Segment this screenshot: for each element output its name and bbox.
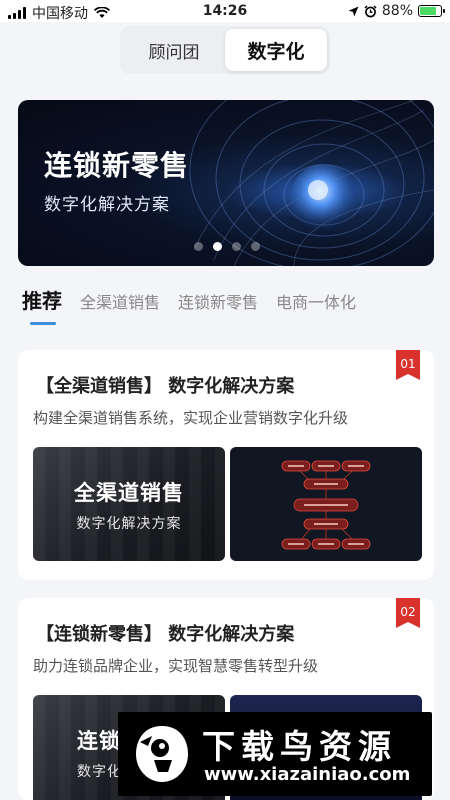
rank-badge: 02 <box>396 598 420 628</box>
card-description: 助力连锁品牌企业，实现智慧零售转型升级 <box>33 657 319 675</box>
card-heading: 【连锁新零售】 数字化解决方案 <box>36 624 295 645</box>
thumbnail-subtitle: 数字化解决方案 <box>76 516 182 532</box>
carousel-dot-active[interactable] <box>213 242 222 251</box>
battery-icon <box>418 5 445 17</box>
carousel-dot[interactable] <box>232 242 241 251</box>
status-bar: 中国移动 14:26 88% <box>0 0 450 22</box>
card-thumbnail[interactable]: 全渠道销售 数字化解决方案 <box>33 447 225 561</box>
tab-omnichannel-sales[interactable]: 全渠道销售 <box>80 289 160 313</box>
tab-chain-new-retail[interactable]: 连锁新零售 <box>178 289 258 313</box>
tab-recommended[interactable]: 推荐 <box>22 285 62 314</box>
carousel-dot[interactable] <box>251 242 260 251</box>
site-watermark: 下载鸟资源 www.xiazainiao.com <box>118 712 432 796</box>
watermark-url: www.xiazainiao.com <box>204 764 411 785</box>
hero-banner[interactable]: 连锁新零售 数字化解决方案 <box>18 100 434 266</box>
rank-badge: 01 <box>396 350 420 380</box>
card-diagram-thumbnail[interactable] <box>230 447 422 561</box>
top-segment-control: 顾问团 数字化 <box>120 26 330 74</box>
active-tab-indicator <box>30 322 56 325</box>
banner-subtitle: 数字化解决方案 <box>44 195 170 215</box>
segment-advisors[interactable]: 顾问团 <box>123 29 225 71</box>
battery-percent: 88% <box>381 3 413 19</box>
bird-logo-icon <box>136 726 188 782</box>
carousel-dot[interactable] <box>194 242 203 251</box>
location-arrow-icon <box>348 6 359 16</box>
segment-digital[interactable]: 数字化 <box>225 29 327 71</box>
tab-ecommerce-integration[interactable]: 电商一体化 <box>276 289 356 313</box>
category-tabs: 推荐 全渠道销售 连锁新零售 电商一体化 <box>22 285 356 314</box>
carousel-indicator <box>194 242 260 251</box>
alarm-icon <box>364 4 377 17</box>
card-heading: 【全渠道销售】 数字化解决方案 <box>36 376 295 397</box>
card-description: 构建全渠道销售系统，实现企业营销数字化升级 <box>33 409 349 427</box>
solution-card[interactable]: 01 【全渠道销售】 数字化解决方案 构建全渠道销售系统，实现企业营销数字化升级… <box>18 350 434 580</box>
watermark-title: 下载鸟资源 <box>202 727 397 766</box>
thumbnail-title: 全渠道销售 <box>74 481 184 505</box>
banner-title: 连锁新零售 <box>44 149 190 182</box>
flow-diagram-graphic <box>281 460 371 550</box>
